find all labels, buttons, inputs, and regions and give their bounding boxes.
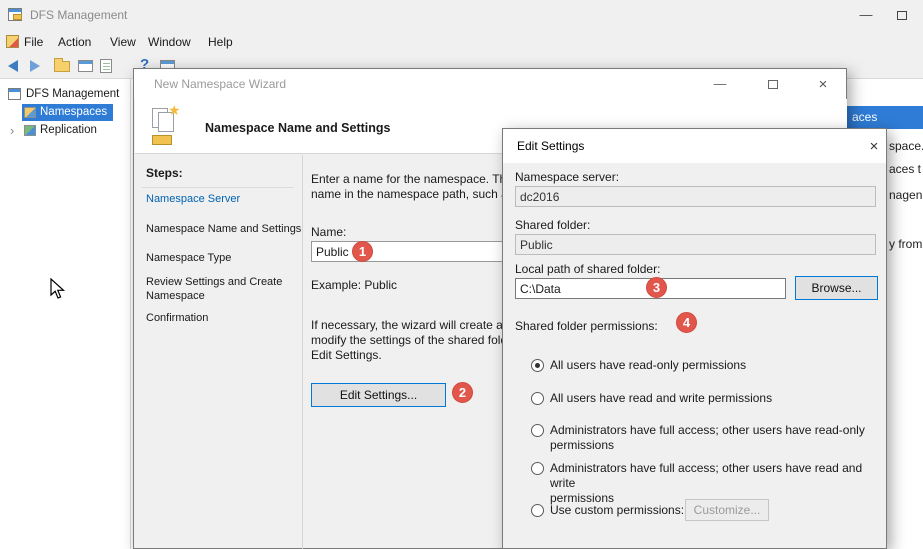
edit-dialog-titlebar: Edit Settings × xyxy=(503,129,886,163)
bg-fragment-2: aces t xyxy=(889,162,921,176)
back-icon[interactable] xyxy=(8,60,18,72)
wizard-note-line3: Edit Settings. xyxy=(311,348,382,362)
up-folder-icon[interactable] xyxy=(54,61,70,72)
shared-folder-label: Shared folder: xyxy=(515,218,590,232)
radio-admin-full-users-readonly-label[interactable]: Administrators have full access; other u… xyxy=(550,423,865,453)
name-label: Name: xyxy=(311,225,346,239)
step-namespace-name-settings: Namespace Name and Settings xyxy=(146,223,301,235)
bg-fragment-3: nagen xyxy=(889,188,922,202)
wizard-icon-star: ★ xyxy=(168,103,181,117)
example-text: Example: Public xyxy=(311,278,397,292)
local-path-label: Local path of shared folder: xyxy=(515,262,660,276)
namespaces-icon xyxy=(24,107,36,118)
tree-item-namespaces-label: Namespaces xyxy=(40,106,107,118)
mouse-cursor xyxy=(50,278,66,303)
menu-window[interactable]: Window xyxy=(148,35,191,49)
wizard-titlebar: New Namespace Wizard — × xyxy=(134,69,846,99)
edit-settings-button[interactable]: Edit Settings... xyxy=(311,383,446,407)
minimize-button[interactable]: — xyxy=(855,7,877,23)
annotation-badge-3: 3 xyxy=(646,277,667,298)
permissions-label: Shared folder permissions: xyxy=(515,319,658,333)
radio-custom-permissions[interactable] xyxy=(531,504,544,517)
menu-view[interactable]: View xyxy=(110,35,136,49)
tree-root-label: DFS Management xyxy=(26,88,119,100)
radio-read-only-label[interactable]: All users have read-only permissions xyxy=(550,358,746,373)
edit-dialog-close-icon[interactable]: × xyxy=(865,138,883,155)
wizard-intro-line1: Enter a name for the namespace. This na xyxy=(311,172,532,186)
wizard-maximize-button[interactable] xyxy=(768,80,778,89)
customize-button[interactable]: Customize... xyxy=(685,499,769,521)
edit-dialog-title: Edit Settings xyxy=(517,139,584,153)
wizard-note-line2: modify the settings of the shared folder… xyxy=(311,333,530,347)
main-titlebar xyxy=(0,0,923,30)
maximize-button[interactable] xyxy=(897,11,907,20)
wizard-close-icon[interactable]: × xyxy=(814,76,832,93)
step-confirmation: Confirmation xyxy=(146,312,208,324)
radio-custom-permissions-label[interactable]: Use custom permissions: xyxy=(550,503,684,518)
menu-bar xyxy=(0,30,923,53)
tree-root-dfs-management[interactable]: DFS Management xyxy=(6,86,130,103)
wizard-note-line1: If necessary, the wizard will create a s… xyxy=(311,318,530,332)
namespace-server-label: Namespace server: xyxy=(515,170,619,184)
annotation-badge-1: 1 xyxy=(352,241,373,262)
radio-read-write[interactable] xyxy=(531,392,544,405)
wizard-intro-line2: name in the namespace path, such as \\ xyxy=(311,187,524,201)
radio-read-write-label[interactable]: All users have read and write permission… xyxy=(550,391,772,406)
menu-help[interactable]: Help xyxy=(208,35,233,49)
wizard-page-title: Namespace Name and Settings xyxy=(205,121,391,135)
app-icon xyxy=(8,8,23,22)
replication-icon xyxy=(24,125,36,136)
step-namespace-type: Namespace Type xyxy=(146,252,231,264)
radio-admin-full-users-readwrite[interactable] xyxy=(531,462,544,475)
chevron-right-icon[interactable]: › xyxy=(10,123,14,138)
forward-icon[interactable] xyxy=(30,60,40,72)
annotation-badge-2: 2 xyxy=(452,382,473,403)
console-tree-icon[interactable] xyxy=(78,60,93,72)
annotation-badge-4: 4 xyxy=(676,312,697,333)
edit-settings-dialog: Edit Settings × Namespace server: Shared… xyxy=(502,128,887,549)
wizard-icon-folder xyxy=(152,135,172,145)
tree-item-namespaces[interactable]: Namespaces xyxy=(22,104,113,121)
app-icon-folder xyxy=(13,14,22,20)
tree-item-replication[interactable]: › Replication xyxy=(6,122,130,139)
browse-button[interactable]: Browse... xyxy=(795,276,878,300)
namespace-server-input[interactable] xyxy=(515,186,876,207)
window-title: DFS Management xyxy=(30,8,127,22)
wizard-minimize-button[interactable]: — xyxy=(709,76,731,92)
bg-fragment-namespaces: aces xyxy=(852,110,877,124)
steps-divider xyxy=(142,187,294,188)
shared-folder-input[interactable] xyxy=(515,234,876,255)
console-tree-panel xyxy=(0,79,131,549)
menu-action[interactable]: Action xyxy=(58,35,91,49)
console-icon xyxy=(6,35,19,48)
wizard-header-icon: ★ xyxy=(150,106,190,148)
step-review-settings: Review Settings and Create Namespace xyxy=(146,275,292,303)
wizard-title: New Namespace Wizard xyxy=(154,77,286,91)
wizard-pane-divider xyxy=(302,155,303,549)
menu-file[interactable]: File xyxy=(24,35,43,49)
radio-admin-full-users-readonly[interactable] xyxy=(531,424,544,437)
steps-heading: Steps: xyxy=(146,166,183,180)
tree-item-replication-label: Replication xyxy=(40,124,97,136)
radio-read-only[interactable] xyxy=(531,359,544,372)
export-list-icon[interactable] xyxy=(100,59,112,73)
background-selected-row: aces xyxy=(847,106,923,129)
console-root-icon xyxy=(8,88,21,100)
bg-fragment-1: space... xyxy=(889,139,923,153)
bg-fragment-4: y from xyxy=(889,237,922,251)
screen: DFS Management — File Action View Window… xyxy=(0,0,923,549)
step-namespace-server[interactable]: Namespace Server xyxy=(146,193,240,205)
